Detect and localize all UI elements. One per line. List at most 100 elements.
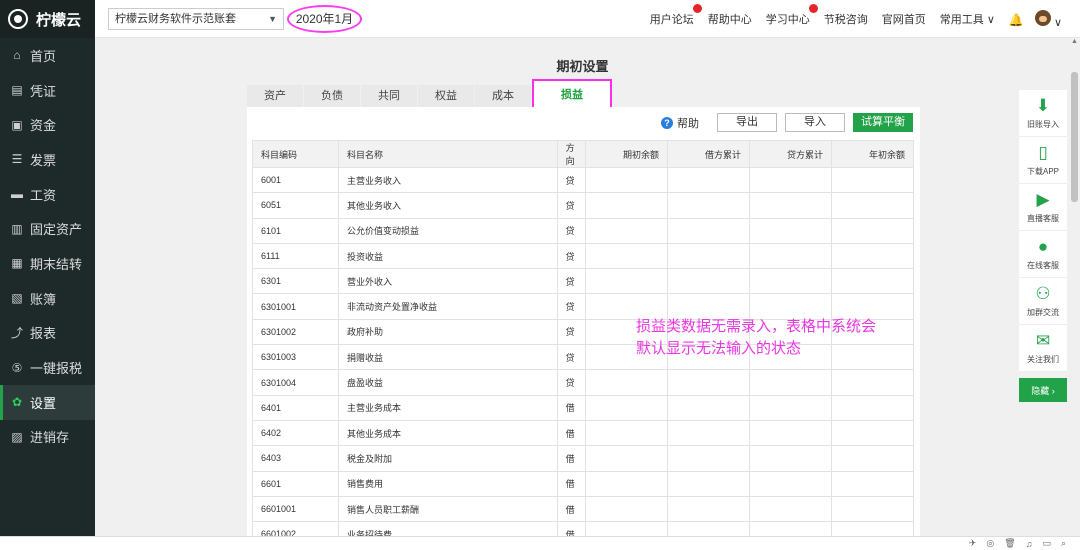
- page-title: 期初设置: [556, 59, 609, 74]
- nav-link-forum[interactable]: 用户论坛: [650, 4, 702, 27]
- credit-total-cell: [748, 242, 832, 270]
- sidebar-item-ledger[interactable]: ▧ 账簿: [0, 281, 95, 316]
- tab-common[interactable]: 共同: [361, 85, 417, 107]
- col-header-credit-total: 贷方累计: [748, 140, 832, 168]
- account-name-cell: 盘盈收益: [338, 369, 558, 396]
- float-item-download-app[interactable]: ▯ 下载APP: [1019, 137, 1067, 184]
- scroll-up-icon[interactable]: ▲: [1071, 38, 1078, 45]
- tab-assets[interactable]: 资产: [247, 85, 303, 107]
- sidebar-nav: ⌂ 首页 ▤ 凭证 ▣ 资金 ☰ 发票 ▬ 工资 ▥ 固定资产 ▦ 期末结转 ▧ 账簿 ⤴ 报表 ⑤ 一键报税 ✿ 设置 ▨…: [0, 38, 95, 454]
- col-header-code: 科目编码: [251, 140, 340, 168]
- nav-link-learning-label: 学习中心: [765, 14, 810, 26]
- user-menu[interactable]: ∨: [1034, 9, 1062, 29]
- magnify-icon[interactable]: ⌕: [1061, 538, 1066, 549]
- live-support-icon: ▶: [1036, 189, 1050, 209]
- settings-icon: ✿: [11, 395, 23, 410]
- direction-cell: 借: [556, 394, 587, 421]
- year-opening-cell: [830, 192, 915, 219]
- home-icon: ⌂: [13, 48, 21, 63]
- account-name-cell: 销售费用: [338, 470, 558, 497]
- nav-link-tax-consult[interactable]: 节税咨询: [824, 11, 868, 27]
- opening-balance-cell: [585, 394, 668, 421]
- sidebar-item-inventory[interactable]: ▨ 进销存: [0, 420, 95, 455]
- year-opening-cell: [830, 217, 915, 244]
- sidebar-item-salary[interactable]: ▬ 工资: [0, 177, 95, 212]
- target-icon[interactable]: ◎: [986, 538, 994, 549]
- account-name-cell: 销售人员职工薪酬: [338, 495, 558, 523]
- period-selector[interactable]: 2020年1月: [287, 5, 362, 33]
- chevron-down-icon: ∨: [986, 14, 995, 26]
- account-code-cell: 6301003: [251, 344, 340, 371]
- logo[interactable]: 柠檬云: [0, 0, 95, 38]
- trial-balance-button[interactable]: 试算平衡: [853, 113, 913, 132]
- tab-equity[interactable]: 权益: [418, 85, 474, 107]
- hide-panel-button[interactable]: 隐藏 ›: [1019, 378, 1067, 402]
- debit-total-cell: [666, 445, 750, 472]
- sidebar-item-home[interactable]: ⌂ 首页: [0, 38, 95, 73]
- sidebar-item-settings[interactable]: ✿ 设置: [0, 384, 95, 420]
- debit-total-cell: [666, 217, 750, 244]
- credit-total-cell: [748, 217, 832, 244]
- float-item-label: 直播客服: [1027, 213, 1059, 223]
- tab-liabilities[interactable]: 负债: [304, 85, 360, 107]
- annotation-note: 损益类数据无需录入，表格中系统会默认显示无法输入的状态: [636, 318, 877, 357]
- help-label: 帮助: [677, 117, 699, 130]
- float-item-label: 在线客服: [1027, 260, 1059, 270]
- sidebar-item-label: 固定资产: [30, 222, 83, 238]
- sidebar-item-report[interactable]: ⤴ 报表: [0, 316, 95, 351]
- credit-total-cell: [748, 192, 832, 219]
- sidebar-item-tax[interactable]: ⑤ 一键报税: [0, 350, 95, 385]
- bell-icon[interactable]: 🔔: [1009, 13, 1024, 27]
- direction-cell: 贷: [556, 166, 587, 194]
- sidebar-item-voucher[interactable]: ▤ 凭证: [0, 73, 95, 108]
- direction-cell: 借: [556, 521, 587, 536]
- sidebar-item-fixed-asset[interactable]: ▥ 固定资产: [0, 211, 95, 246]
- company-select-value: 柠檬云财务软件示范账套: [115, 13, 236, 25]
- account-name-cell: 非流动资产处置净收益: [338, 293, 558, 320]
- volume-icon[interactable]: ♫: [1026, 539, 1033, 549]
- tax-icon: ⑤: [11, 360, 23, 375]
- account-name-cell: 营业外收入: [338, 268, 558, 295]
- sidebar-item-invoice[interactable]: ☰ 发票: [0, 142, 95, 177]
- nav-link-help-center[interactable]: 帮助中心: [708, 11, 752, 27]
- float-item-online-support[interactable]: ● 在线客服: [1019, 231, 1067, 278]
- share-icon[interactable]: ✈: [969, 538, 977, 549]
- nav-link-learning[interactable]: 学习中心: [765, 4, 818, 27]
- window-icon[interactable]: ▭: [1042, 538, 1051, 549]
- trash-icon[interactable]: 🗑: [1004, 538, 1015, 549]
- account-name-cell: 其他业务成本: [338, 419, 558, 447]
- asset-icon: ▥: [11, 221, 23, 236]
- credit-total-cell: [748, 369, 832, 396]
- import-button[interactable]: 导入: [785, 113, 845, 132]
- nav-link-tools[interactable]: 常用工具 ∨: [940, 11, 995, 27]
- logo-icon: [8, 9, 28, 29]
- tab-cost[interactable]: 成本: [475, 85, 531, 107]
- sidebar-item-label: 资金: [30, 118, 57, 134]
- help-link[interactable]: ? 帮助: [661, 115, 699, 131]
- new-badge-icon: [692, 4, 702, 13]
- debit-total-cell: [666, 419, 750, 447]
- float-item-join-group[interactable]: ⚇ 加群交流: [1019, 278, 1067, 325]
- table-row: 6403 税金及附加借: [251, 445, 915, 472]
- sidebar-item-period-close[interactable]: ▦ 期末结转: [0, 246, 95, 281]
- col-header-direction: 方向: [556, 140, 587, 168]
- account-code-cell: 6601002: [251, 521, 340, 536]
- debit-total-cell: [666, 242, 750, 270]
- scroll-thumb[interactable]: [1071, 72, 1078, 202]
- export-button[interactable]: 导出: [717, 113, 777, 132]
- float-item-live-support[interactable]: ▶ 直播客服: [1019, 184, 1067, 231]
- report-icon: ⤴: [10, 326, 23, 341]
- company-select[interactable]: 柠檬云财务软件示范账套 ▼: [108, 8, 284, 30]
- nav-link-official-site[interactable]: 官网首页: [882, 11, 926, 27]
- sidebar-item-fund[interactable]: ▣ 资金: [0, 107, 95, 142]
- scrollbar[interactable]: ▲: [1069, 38, 1080, 536]
- table-header-row: 科目编码 科目名称 方向 期初余额 借方累计 贷方累计 年初余额: [251, 140, 915, 168]
- direction-cell: 贷: [556, 344, 587, 371]
- float-item-legacy-import[interactable]: ⬇ 旧账导入: [1019, 90, 1067, 137]
- account-name-cell: 税金及附加: [338, 445, 558, 472]
- account-name-cell: 投资收益: [338, 242, 558, 270]
- float-item-follow-us[interactable]: ✉ 关注我们: [1019, 325, 1067, 372]
- table-row: 6101 公允价值变动损益贷: [251, 217, 915, 244]
- sidebar-item-label: 设置: [30, 395, 57, 411]
- account-code-cell: 6402: [251, 419, 340, 447]
